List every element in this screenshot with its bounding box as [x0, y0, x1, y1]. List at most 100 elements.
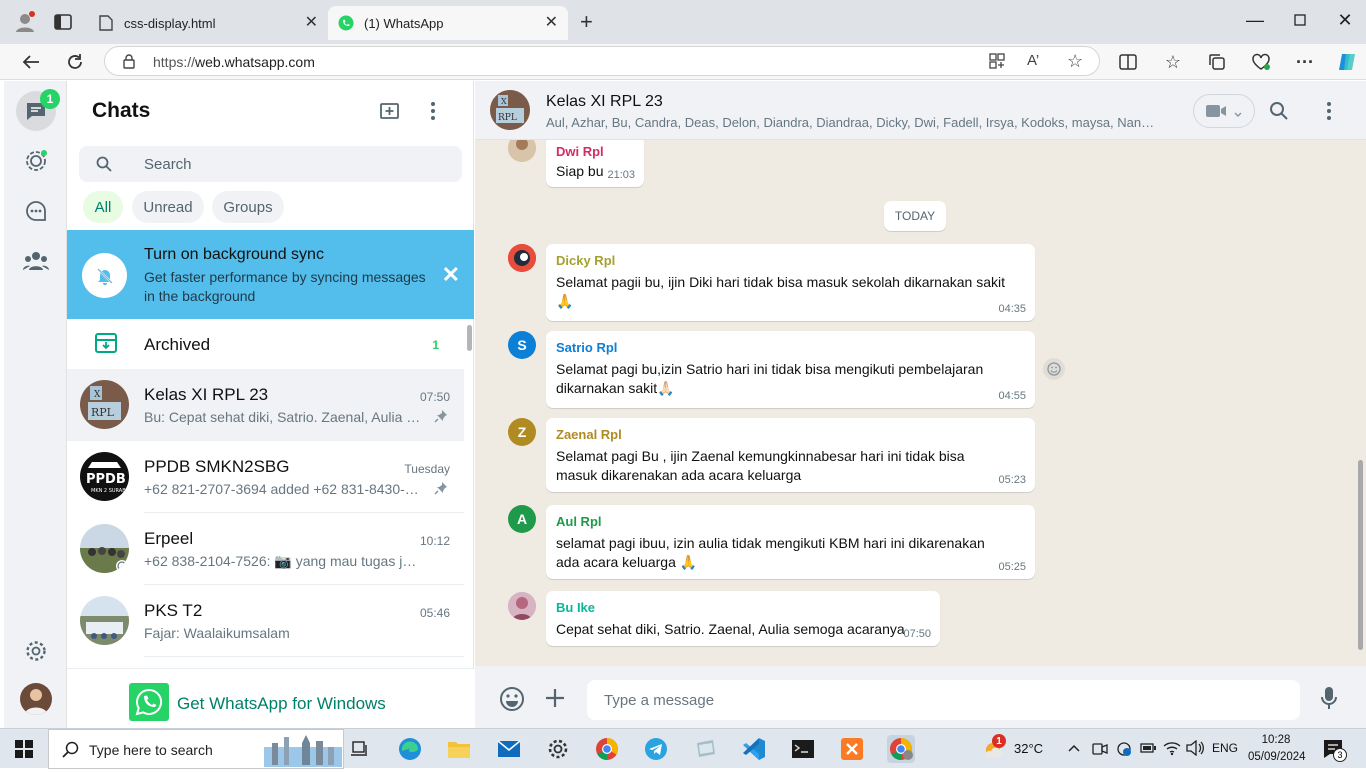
- tab-whatsapp[interactable]: (1) WhatsApp ✕: [328, 6, 568, 40]
- svg-text:PPDB: PPDB: [86, 472, 126, 487]
- profile-avatar[interactable]: [20, 683, 52, 715]
- terminal-icon[interactable]: [789, 735, 817, 763]
- scrollbar-thumb[interactable]: [1358, 460, 1363, 650]
- close-tab-icon[interactable]: ✕: [545, 15, 558, 31]
- sender-avatar[interactable]: [508, 140, 536, 162]
- get-app-label[interactable]: Get WhatsApp for Windows: [177, 694, 386, 714]
- read-aloud-icon[interactable]: A’: [1027, 52, 1039, 69]
- mail-icon[interactable]: [495, 735, 523, 763]
- collections-icon[interactable]: [1205, 50, 1229, 74]
- browser-essentials-icon[interactable]: [1249, 50, 1273, 74]
- message-list[interactable]: Dwi Rpl Siap bu 21:03 TODAY Dicky Rpl Se…: [475, 140, 1359, 666]
- settings-icon[interactable]: [544, 735, 572, 763]
- sender-avatar[interactable]: [508, 244, 536, 272]
- new-tab-icon[interactable]: +: [580, 11, 593, 33]
- app-available-icon[interactable]: [989, 53, 1005, 74]
- network-alert-icon[interactable]: [1116, 741, 1132, 760]
- chat-list-scrollbar[interactable]: [467, 325, 472, 351]
- split-screen-icon[interactable]: [1116, 50, 1140, 74]
- chrome-icon[interactable]: [593, 735, 621, 763]
- lock-icon[interactable]: [123, 54, 135, 74]
- refresh-icon[interactable]: [63, 50, 87, 74]
- group-avatar[interactable]: X RPL: [490, 90, 530, 130]
- windows-start-icon[interactable]: [10, 735, 38, 763]
- close-window-icon[interactable]: ✕: [1330, 10, 1360, 31]
- message-bubble[interactable]: Bu Ike Cepat sehat diki, Satrio. Zaenal,…: [546, 591, 940, 646]
- address-bar[interactable]: https://web.whatsapp.com A’ ☆: [104, 46, 1100, 76]
- search-input[interactable]: Search: [79, 146, 462, 182]
- message-bubble[interactable]: Zaenal Rpl Selamat pagi Bu , ijin Zaenal…: [546, 418, 1035, 492]
- sticky-app-icon[interactable]: [691, 735, 719, 763]
- microphone-icon[interactable]: [1321, 686, 1337, 715]
- profile-icon[interactable]: [14, 11, 36, 33]
- message-text: Cepat sehat diki, Satrio. Zaenal, Aulia …: [556, 621, 905, 637]
- new-chat-icon[interactable]: [379, 101, 401, 126]
- edge-browser-icon[interactable]: [396, 735, 424, 763]
- message-bubble[interactable]: Dicky Rpl Selamat pagii bu, ijin Diki ha…: [546, 244, 1035, 321]
- message-bubble[interactable]: Aul Rpl selamat pagi ibuu, izin aulia ti…: [546, 505, 1035, 579]
- sender-avatar[interactable]: Z: [508, 418, 536, 446]
- message-text: Selamat pagi bu,izin Satrio hari ini tid…: [556, 361, 984, 396]
- taskbar-search[interactable]: Type here to search: [48, 729, 344, 769]
- svg-text:X: X: [94, 390, 101, 400]
- sender-avatar[interactable]: [508, 592, 536, 620]
- emoji-icon[interactable]: [499, 686, 525, 717]
- file-explorer-icon[interactable]: [445, 735, 473, 763]
- status-nav-icon[interactable]: [18, 143, 54, 179]
- chat-row-ppdb-smkn2sbg[interactable]: PPDB MKN 2 SURAB PPDB SMKN2SBG Tuesday +6…: [67, 441, 464, 513]
- favorites-icon[interactable]: ☆: [1161, 50, 1185, 74]
- minimize-icon[interactable]: —: [1240, 10, 1270, 31]
- message-input[interactable]: Type a message: [587, 680, 1300, 720]
- dismiss-banner-icon[interactable]: ✕: [442, 262, 460, 288]
- maximize-icon[interactable]: [1285, 10, 1315, 31]
- react-emoji-icon[interactable]: [1043, 358, 1065, 380]
- filter-unread[interactable]: Unread: [132, 191, 204, 223]
- meet-now-icon[interactable]: [1092, 741, 1108, 760]
- conversation-menu-icon[interactable]: [1326, 101, 1332, 126]
- message-bubble[interactable]: Satrio Rpl Selamat pagi bu,izin Satrio h…: [546, 331, 1035, 408]
- settings-more-icon[interactable]: ···: [1293, 50, 1317, 74]
- menu-icon[interactable]: [430, 101, 436, 126]
- weather-temp[interactable]: 32°C: [1014, 741, 1043, 756]
- sender-avatar[interactable]: A: [508, 505, 536, 533]
- video-call-button[interactable]: [1193, 94, 1255, 128]
- back-icon[interactable]: [19, 50, 43, 74]
- chat-row-pks-t2[interactable]: PKS T2 05:46 Fajar: Waalaikumsalam: [67, 585, 464, 657]
- sender-avatar[interactable]: S: [508, 331, 536, 359]
- chrome-active-icon[interactable]: [887, 735, 915, 763]
- background-sync-banner[interactable]: Turn on background sync Get faster perfo…: [67, 230, 474, 319]
- input-language[interactable]: ENG: [1212, 741, 1238, 755]
- telegram-icon[interactable]: [642, 735, 670, 763]
- battery-icon[interactable]: [1140, 742, 1156, 757]
- tab-css-display[interactable]: css-display.html ✕: [88, 6, 328, 40]
- favorite-star-icon[interactable]: ☆: [1067, 51, 1083, 72]
- chevron-up-icon[interactable]: [1068, 739, 1080, 755]
- pin-icon: [434, 409, 448, 428]
- communities-nav-icon[interactable]: [18, 243, 54, 279]
- wifi-icon[interactable]: [1163, 740, 1181, 759]
- filter-groups[interactable]: Groups: [212, 191, 284, 223]
- conversation-header[interactable]: X RPL Kelas XI RPL 23 Aul, Azhar, Bu, Can…: [475, 81, 1366, 140]
- copilot-icon[interactable]: [1335, 50, 1359, 74]
- chat-row-kelas-xi-rpl-23[interactable]: X RPL Kelas XI RPL 23 07:50 Bu: Cepat seh…: [67, 369, 464, 441]
- xampp-icon[interactable]: [838, 735, 866, 763]
- channels-nav-icon[interactable]: [18, 193, 54, 229]
- whatsapp-icon: [338, 15, 354, 31]
- volume-icon[interactable]: [1186, 739, 1204, 759]
- browser-toolbar: https://web.whatsapp.com A’ ☆ ☆ ···: [0, 44, 1366, 80]
- conversation-scrollbar[interactable]: [1356, 140, 1366, 666]
- message-bubble[interactable]: Dwi Rpl Siap bu 21:03: [546, 140, 644, 187]
- tab-actions-icon[interactable]: [54, 14, 72, 30]
- weather-alert-badge: 1: [992, 734, 1006, 748]
- filter-all[interactable]: All: [83, 191, 123, 223]
- chat-row-erpeel[interactable]: Erpeel 10:12 +62 838-2104-7526: 📷 yang m…: [67, 513, 464, 585]
- attach-plus-icon[interactable]: [544, 687, 566, 714]
- settings-gear-icon[interactable]: [18, 633, 54, 669]
- task-view-icon[interactable]: [346, 735, 374, 763]
- get-whatsapp-banner[interactable]: Get WhatsApp for Windows: [67, 668, 474, 728]
- search-messages-icon[interactable]: [1269, 101, 1289, 126]
- archived-row[interactable]: Archived 1: [67, 319, 464, 369]
- system-clock[interactable]: 10:28 05/09/2024: [1248, 732, 1306, 766]
- vscode-icon[interactable]: [740, 735, 768, 763]
- close-tab-icon[interactable]: ✕: [305, 15, 318, 31]
